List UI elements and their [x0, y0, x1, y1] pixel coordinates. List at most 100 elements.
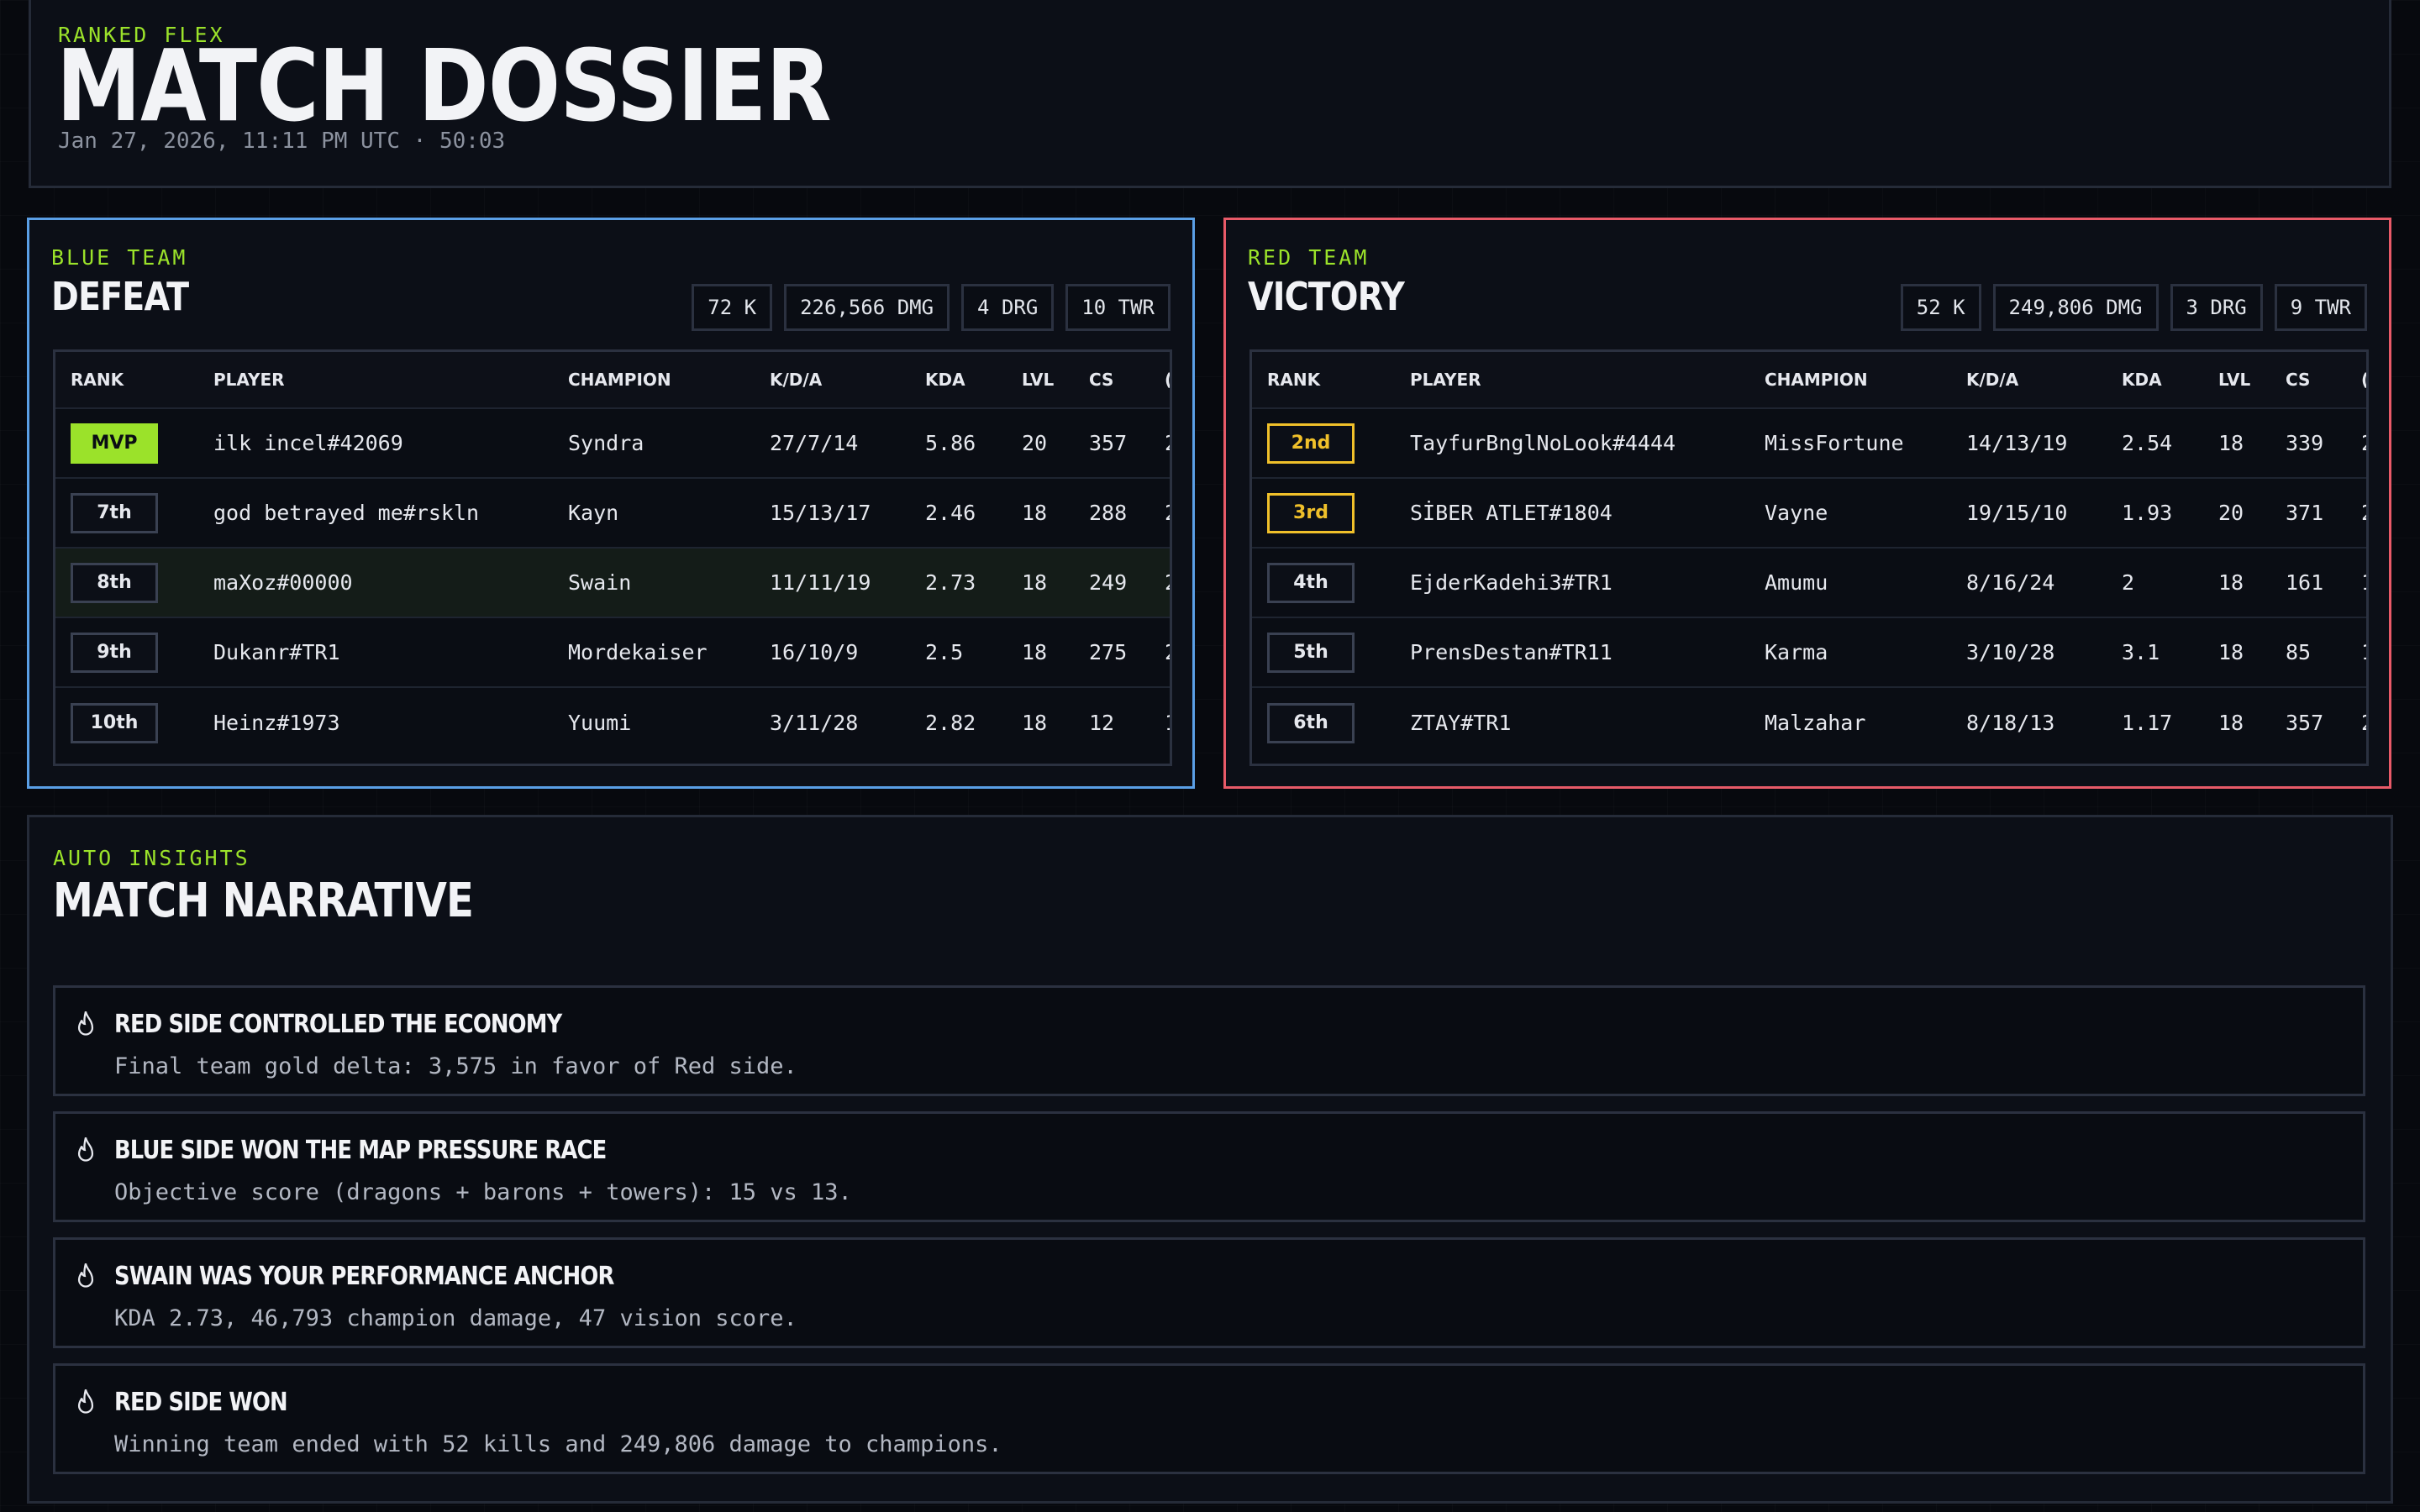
column-header[interactable]: KDA	[925, 352, 965, 407]
team-label: RED TEAM	[1248, 245, 1370, 270]
insight-body: Final team gold delta: 3,575 in favor of…	[114, 1053, 797, 1079]
insight-title: RED SIDE CONTROLLED THE ECONOMY	[114, 1010, 562, 1039]
blue-team-panel: BLUE TEAM DEFEAT 72 K 226,566 DMG 4 DRG …	[27, 218, 1195, 789]
flame-icon	[77, 1011, 94, 1036]
column-header[interactable]: LVL	[2218, 352, 2250, 407]
kda-ratio: 2.46	[925, 501, 976, 525]
kda-line: 14/13/19	[1966, 431, 2068, 455]
column-header[interactable]: RANK	[71, 352, 124, 407]
overflow-column-value: 2	[2361, 688, 2366, 758]
kda-line: 8/16/24	[1966, 570, 2055, 595]
cs-value: 275	[1089, 640, 1128, 664]
rank-cell: 8th	[71, 549, 158, 617]
rank-badge: 2nd	[1267, 423, 1355, 464]
rank-badge: 6th	[1267, 702, 1355, 743]
level-value: 20	[1022, 431, 1048, 455]
champion-name: Karma	[1765, 640, 1828, 664]
kda-line: 3/11/28	[770, 711, 859, 735]
champion-name: Amumu	[1765, 570, 1828, 595]
table-row[interactable]: 3rd SİBER ATLET#1804 Vayne 19/15/10 1.93 20 37…	[1252, 479, 2366, 549]
player-name: ilk incel#42069	[213, 431, 403, 455]
insight-title: BLUE SIDE WON THE MAP PRESSURE RACE	[114, 1136, 607, 1165]
insight-body: Winning team ended with 52 kills and 249…	[114, 1431, 1002, 1457]
champion-name: Vayne	[1765, 501, 1828, 525]
team-result: VICTORY	[1248, 274, 1405, 319]
insight-body: KDA 2.73, 46,793 champion damage, 47 vis…	[114, 1305, 797, 1331]
column-header[interactable]: PLAYER	[213, 352, 285, 407]
cs-value: 161	[2286, 570, 2324, 595]
rank-badge: 3rd	[1267, 492, 1355, 533]
table-row[interactable]: 10th Heinz#1973 Yuumi 3/11/28 2.82 18 12 1	[55, 688, 1170, 758]
flame-icon	[77, 1263, 94, 1288]
player-name: ZTAY#TR1	[1410, 711, 1512, 735]
rank-cell: 5th	[1267, 618, 1355, 686]
table-row[interactable]: 8th maXoz#00000 Swain 11/11/19 2.73 18 249 2	[55, 549, 1170, 618]
scoreboard-table: RANK PLAYER CHAMPION K/D/A KDA LVL CS (2nd Tayfu…	[1249, 349, 2369, 766]
table-row[interactable]: 7th god betrayed me#rskln Kayn 15/13/17 2.46…	[55, 479, 1170, 549]
overflow-column-value: 2	[1165, 618, 1170, 686]
cs-value: 249	[1089, 570, 1128, 595]
column-header[interactable]: CHAMPION	[568, 352, 671, 407]
column-header[interactable]: CS	[2286, 352, 2310, 407]
champion-name: Malzahar	[1765, 711, 1866, 735]
team-stats: 72 K 226,566 DMG 4 DRG 10 TWR	[692, 284, 1171, 331]
flame-icon	[77, 1137, 94, 1162]
flame-icon	[77, 1389, 94, 1414]
rank-cell: 10th	[71, 688, 158, 758]
kda-ratio: 2.73	[925, 570, 976, 595]
level-value: 18	[2218, 711, 2244, 735]
insight-body: Objective score (dragons + barons + towe…	[114, 1179, 852, 1205]
overflow-column-value: 1	[1165, 688, 1170, 758]
rank-badge: 8th	[71, 562, 158, 603]
column-header[interactable]: K/D/A	[770, 352, 822, 407]
rank-badge: MVP	[71, 423, 158, 464]
rank-cell: MVP	[71, 409, 158, 477]
column-header[interactable]: (	[2361, 352, 2366, 407]
rank-cell: 6th	[1267, 688, 1355, 758]
champion-name: Syndra	[568, 431, 644, 455]
kda-ratio: 3.1	[2122, 640, 2160, 664]
page-title: MATCH DOSSIER	[56, 28, 832, 144]
column-header[interactable]: LVL	[1022, 352, 1054, 407]
red-team-panel: RED TEAM VICTORY 52 K 249,806 DMG 3 DRG …	[1223, 218, 2391, 789]
kda-ratio: 5.86	[925, 431, 976, 455]
level-value: 20	[2218, 501, 2244, 525]
player-name: Dukanr#TR1	[213, 640, 340, 664]
level-value: 18	[1022, 501, 1048, 525]
insights-title: MATCH NARRATIVE	[53, 874, 474, 928]
team-result: DEFEAT	[51, 274, 189, 319]
table-row[interactable]: 5th PrensDestan#TR11 Karma 3/10/28 3.1 18 85 1	[1252, 618, 2366, 688]
table-row[interactable]: MVP ilk incel#42069 Syndra 27/7/14 5.86 20 357…	[55, 409, 1170, 479]
column-header[interactable]: CS	[1089, 352, 1113, 407]
champion-name: Yuumi	[568, 711, 632, 735]
cs-value: 12	[1089, 711, 1115, 735]
cs-value: 371	[2286, 501, 2324, 525]
level-value: 18	[1022, 640, 1048, 664]
cs-value: 85	[2286, 640, 2312, 664]
level-value: 18	[2218, 640, 2244, 664]
table-row[interactable]: 4th EjderKadehi3#TR1 Amumu 8/16/24 2 18 161 1	[1252, 549, 2366, 618]
rank-cell: 7th	[71, 479, 158, 547]
kda-ratio: 1.93	[2122, 501, 2173, 525]
insight-title: SWAIN WAS YOUR PERFORMANCE ANCHOR	[114, 1262, 614, 1291]
column-header[interactable]: (	[1165, 352, 1170, 407]
team-label: BLUE TEAM	[51, 245, 188, 270]
kda-ratio: 2.5	[925, 640, 964, 664]
level-value: 18	[2218, 570, 2244, 595]
kda-ratio: 2.82	[925, 711, 976, 735]
stat-damage: 226,566 DMG	[784, 284, 950, 331]
table-row[interactable]: 9th Dukanr#TR1 Mordekaiser 16/10/9 2.5 18 275 2	[55, 618, 1170, 688]
column-header[interactable]: RANK	[1267, 352, 1320, 407]
column-header[interactable]: K/D/A	[1966, 352, 2018, 407]
cs-value: 339	[2286, 431, 2324, 455]
rank-cell: 9th	[71, 618, 158, 686]
kda-line: 27/7/14	[770, 431, 859, 455]
rank-cell: 3rd	[1267, 479, 1355, 547]
table-row[interactable]: 2nd TayfurBnglNoLook#4444 MissFortune 14/13…	[1252, 409, 2366, 479]
table-row[interactable]: 6th ZTAY#TR1 Malzahar 8/18/13 1.17 18 357 2	[1252, 688, 2366, 758]
column-header[interactable]: PLAYER	[1410, 352, 1481, 407]
stat-towers: 10 TWR	[1065, 284, 1171, 331]
column-header[interactable]: CHAMPION	[1765, 352, 1868, 407]
overflow-column-value: 2	[2361, 409, 2366, 477]
column-header[interactable]: KDA	[2122, 352, 2162, 407]
